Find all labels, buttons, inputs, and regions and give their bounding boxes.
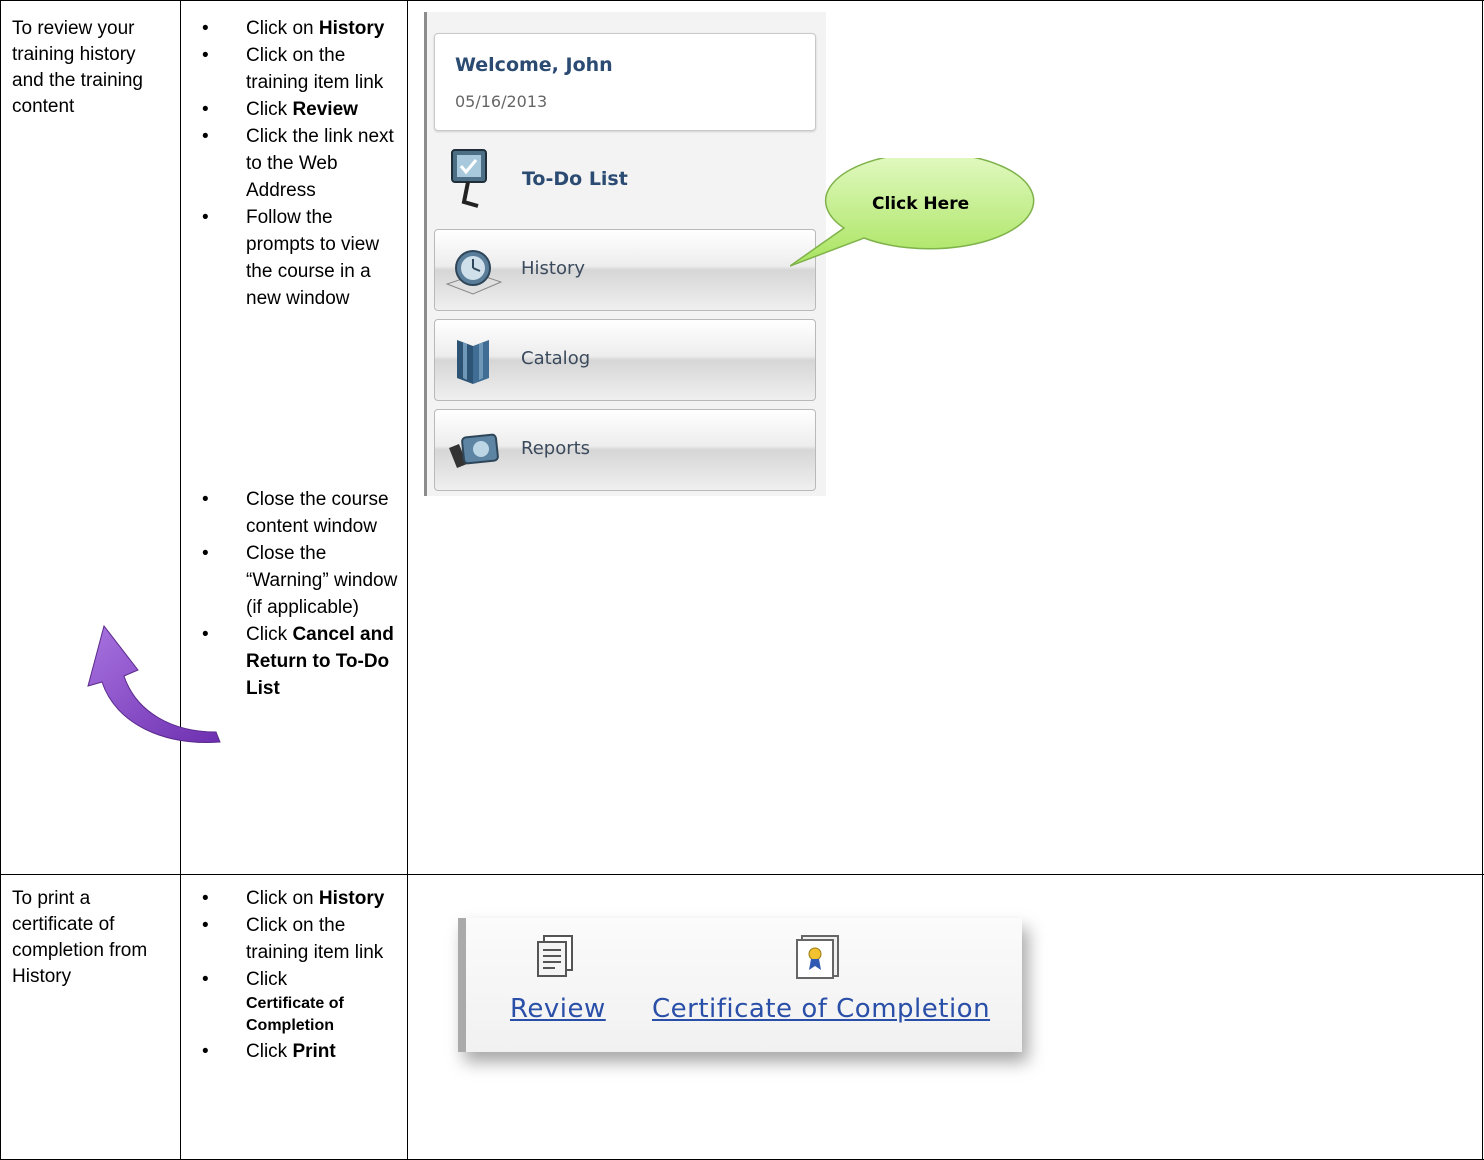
review-link[interactable]: Review [510,994,606,1024]
sidebar-item-catalog[interactable]: Catalog [434,319,816,401]
sidebar-item-reports[interactable]: Reports [434,409,816,491]
books-icon [457,340,489,384]
list-item: Click Certificate of Completion [188,966,400,1038]
sidebar-item-todo[interactable]: To-Do List [434,140,818,220]
list-item: Click on the training item link [188,912,400,966]
list-item: Click on the training item link [188,42,400,96]
list-item: Click the link next to the Web Address [188,123,400,204]
certificate-of-completion-link[interactable]: Certificate of Completion [652,994,990,1024]
sidebar-item-label: History [521,258,586,279]
callout-text: Click Here [872,194,970,214]
list-item: Close the course content window [188,486,400,540]
row-divider [0,874,1484,875]
review-document-icon [537,935,573,977]
welcome-panel: Welcome, John 05/16/2013 [434,33,816,131]
list-item: Click on History [188,15,400,42]
list-item: Click Review [188,96,400,123]
sidebar-item-label: Reports [521,438,591,459]
task-review-history: To review your training history and the … [12,18,143,117]
reports-icon [449,433,499,468]
table-top-border [0,0,1484,1]
clock-icon [445,250,503,295]
list-item: Click on History [188,885,400,912]
steps-list-review: Click on History Click on the training i… [188,15,400,312]
date-text: 05/16/2013 [455,92,548,111]
column-divider-1 [180,0,181,1160]
sidebar-item-history[interactable]: History [434,229,816,311]
sidebar-edge [424,12,427,496]
click-here-callout: Click Here [790,158,1040,268]
table-right-border [1482,0,1483,1160]
sidebar-item-label: To-Do List [522,168,628,190]
steps-list-certificate: Click on History Click on the training i… [188,885,400,1065]
task-print-certificate: To print a certificate of completion fro… [12,888,148,987]
panel-edge [458,918,466,1052]
list-item: Click Print [188,1038,400,1065]
column-divider-2 [407,0,408,1160]
welcome-text: Welcome, John [455,54,613,76]
certificate-icon [796,935,839,979]
curved-arrow-icon [87,624,221,743]
list-item: Follow the prompts to view the course in… [188,204,400,312]
list-item: Close the “Warning” window (if applicabl… [188,540,400,621]
monitor-icon [451,149,487,208]
certificate-panel: Review Certificate of Completion [458,918,1022,1052]
sidebar-item-label: Catalog [521,348,591,369]
table-left-border [0,0,1,1160]
